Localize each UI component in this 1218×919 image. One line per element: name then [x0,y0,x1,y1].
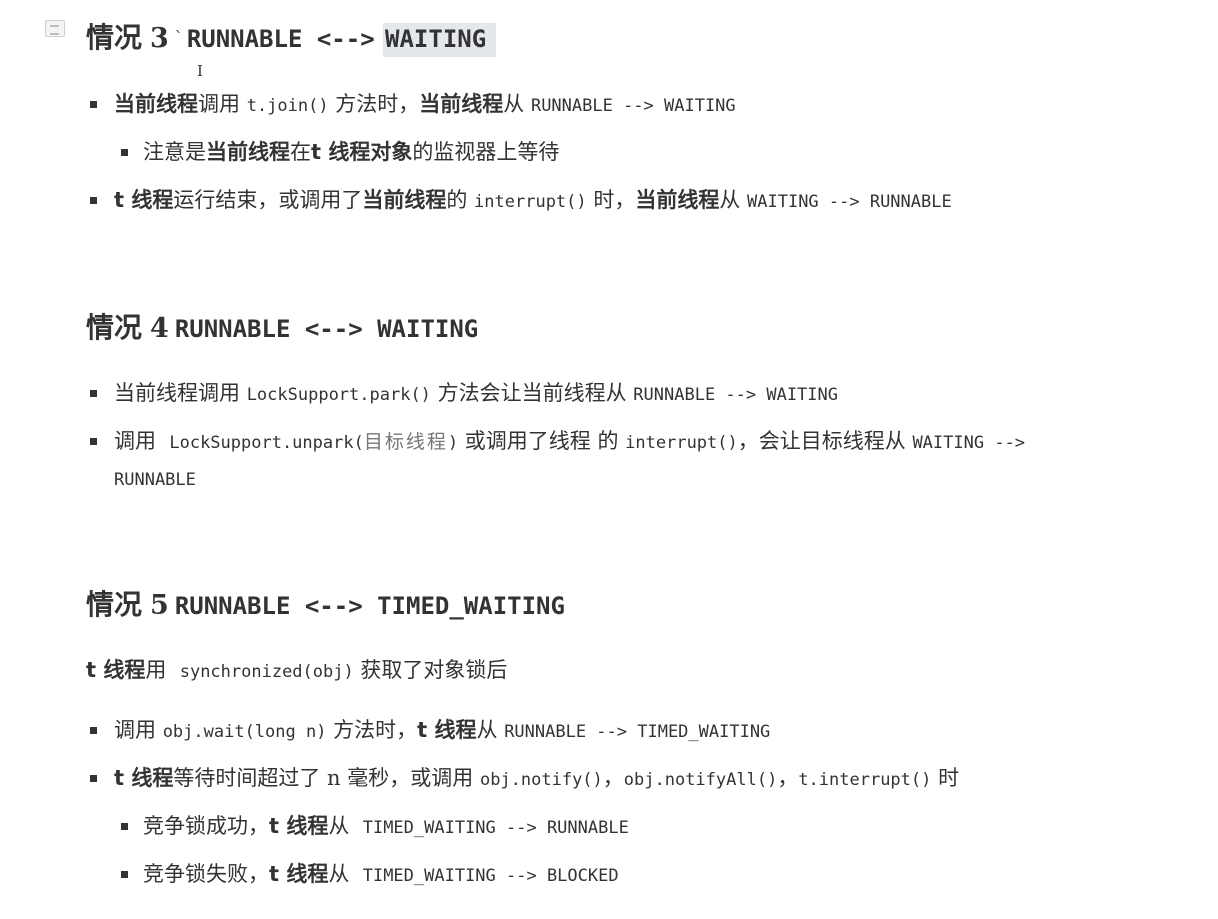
bullet-icon [121,871,128,878]
heading-transition: RUNNABLE <--> [186,25,375,53]
bullet-icon [121,823,128,830]
list-item: 注意是当前线程在t 线程对象的监视器上等待 [143,140,560,164]
list-item: 调用 LockSupport.unpark(目标线程) 或调用了线程 的 int… [114,429,1026,453]
heading-number: 5 [150,590,169,621]
list-item: 竞争锁成功，t 线程从 TIMED_WAITING --> RUNNABLE [143,814,629,838]
list-item-continuation: RUNNABLE [114,470,196,490]
heading-label: 情况 [86,311,143,344]
heading-number: 4 [150,313,169,344]
bullet-icon [90,775,97,782]
paragraph: t 线程用 synchronized(obj) 获取了对象锁后 [86,658,508,682]
paragraph-handle-icon[interactable] [45,20,65,37]
bullet-icon [121,149,128,156]
list-item: t 线程等待时间超过了 n 毫秒，或调用 obj.notify()，obj.no… [114,766,960,790]
bullet-icon [90,101,97,108]
heading-transition: RUNNABLE <--> TIMED_WAITING [174,592,565,620]
list-item: 当前线程调用 LockSupport.park() 方法会让当前线程从 RUNN… [114,381,838,405]
heading-situation-3: 情况 3 ` RUNNABLE <--> WAITING [86,18,497,58]
text-cursor-icon: I [197,62,203,80]
bullet-icon [90,438,97,445]
heading-transition: RUNNABLE <--> WAITING [174,315,479,343]
bullet-icon [90,390,97,397]
list-item: 竞争锁失败，t 线程从 TIMED_WAITING --> BLOCKED [143,862,619,886]
list-item: t 线程运行结束，或调用了当前线程的 interrupt() 时，当前线程从 W… [114,188,952,212]
bullet-icon [90,727,97,734]
heading-label: 情况 [86,21,143,54]
list-item: 调用 obj.wait(long n) 方法时，t 线程从 RUNNABLE -… [114,718,771,742]
heading-number: 3 [150,23,169,54]
heading-highlighted-state[interactable]: WAITING [383,23,497,57]
heading-backtick: ` [174,28,183,47]
heading-situation-4: 情况 4 RUNNABLE <--> WAITING [86,308,478,348]
heading-label: 情况 [86,588,143,621]
list-item: 当前线程调用 t.join() 方法时，当前线程从 RUNNABLE --> W… [114,92,736,116]
bullet-icon [90,197,97,204]
heading-situation-5: 情况 5 RUNNABLE <--> TIMED_WAITING [86,585,565,625]
